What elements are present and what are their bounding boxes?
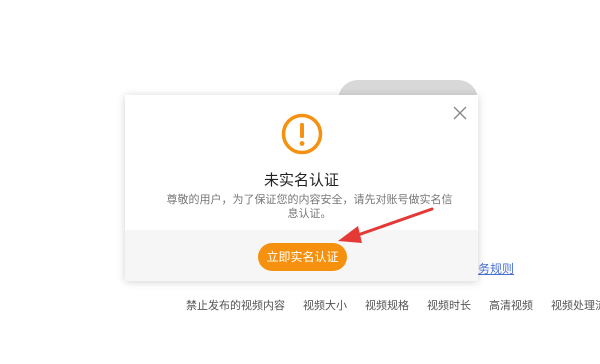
video-spec-nav: 禁止发布的视频内容 视频大小 视频规格 视频时长 高清视频 视频处理流: [186, 297, 600, 313]
business-rules-link[interactable]: 务规则: [478, 260, 514, 277]
nav-item-hd-video[interactable]: 高清视频: [489, 297, 533, 313]
verify-now-button[interactable]: 立即实名认证: [258, 243, 347, 271]
nav-item-video-processing[interactable]: 视频处理流: [551, 297, 600, 313]
nav-item-video-spec[interactable]: 视频规格: [365, 297, 409, 313]
close-icon[interactable]: [452, 105, 468, 121]
real-name-verification-dialog: 未实名认证 尊敬的用户，为了保证您的内容安全，请先对账号做实名信息认证。 立即实…: [125, 95, 478, 281]
warning-circle-icon: [281, 113, 323, 155]
nav-item-video-duration[interactable]: 视频时长: [427, 297, 471, 313]
dialog-description: 尊敬的用户，为了保证您的内容安全，请先对账号做实名信息认证。: [166, 193, 453, 220]
nav-item-video-size[interactable]: 视频大小: [303, 297, 347, 313]
dialog-title: 未实名认证: [263, 171, 339, 189]
nav-item-forbidden-content[interactable]: 禁止发布的视频内容: [186, 297, 285, 313]
